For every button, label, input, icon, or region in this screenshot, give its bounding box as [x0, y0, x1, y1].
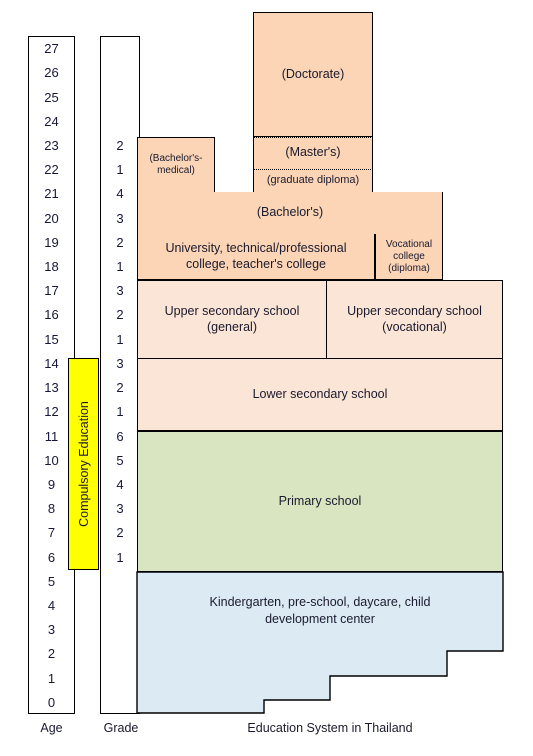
age-tick: 1: [47, 670, 56, 686]
block-kindergarten-label: Kindergarten, pre-school, daycare, child…: [209, 595, 431, 626]
age-tick: 16: [44, 307, 59, 323]
block-upper-secondary-vocational-label: Upper secondary school (vocational): [347, 304, 482, 334]
block-upper-secondary-general: Upper secondary school (general): [137, 280, 327, 359]
block-vocational-college: Vocational college (diploma): [375, 234, 443, 280]
diagram-canvas: 27 26 25 24 23 22 21 20 19 18 17 16 15 14 13 12 11 10 9 8 7 6…: [0, 0, 533, 756]
block-university: University, technical/professional colleg…: [137, 234, 375, 280]
block-lower-secondary-label: Lower secondary school: [252, 386, 388, 401]
grade-tick: 1: [116, 162, 124, 178]
grade-tick: 5: [116, 452, 124, 468]
grade-tick: 3: [116, 355, 124, 371]
grade-tick: 2: [116, 307, 124, 323]
grade-tick: 2: [116, 137, 124, 153]
block-bachelor-medical-label: (Bachelor's-medical): [149, 153, 203, 176]
age-tick: 21: [44, 186, 59, 202]
block-vocational-college-label: Vocational college (diploma): [385, 238, 433, 274]
block-bachelor-medical: (Bachelor's-medical): [137, 137, 215, 192]
grade-tick: 4: [116, 186, 124, 202]
grade-tick: 1: [116, 549, 124, 565]
block-doctorate-label: (Doctorate): [281, 66, 345, 81]
age-tick: 2: [47, 646, 56, 662]
grade-tick: 1: [116, 259, 124, 275]
age-tick: 26: [44, 65, 59, 81]
grade-tick: 3: [116, 210, 124, 226]
age-tick: 18: [44, 259, 59, 275]
block-upper-secondary-general-label: Upper secondary school (general): [164, 304, 300, 334]
grade-tick: 1: [116, 404, 124, 420]
age-tick: 17: [44, 283, 59, 299]
block-graduate-diploma: (graduate diploma): [253, 169, 373, 192]
grade-tick: 3: [116, 283, 124, 299]
compulsory-education-band: Compulsory Education: [68, 358, 99, 570]
axis-label-grade: Grade: [103, 721, 139, 735]
age-tick: 5: [47, 573, 56, 589]
block-graduate-diploma-label: (graduate diploma): [266, 173, 360, 186]
block-primary-school: Primary school: [137, 431, 503, 572]
age-tick: 22: [44, 162, 59, 178]
grade-tick: 4: [116, 476, 124, 492]
block-upper-secondary-vocational: Upper secondary school (vocational): [327, 280, 503, 359]
grade-tick: 2: [116, 234, 124, 250]
age-tick: 24: [44, 113, 59, 129]
grade-tick: 2: [116, 380, 124, 396]
age-tick: 25: [44, 89, 59, 105]
age-tick: 15: [44, 331, 59, 347]
age-tick: 19: [44, 234, 59, 250]
grade-tick: 1: [116, 331, 124, 347]
grade-tick: 2: [116, 525, 124, 541]
age-tick: 4: [47, 598, 56, 614]
grade-axis-rail: 2 1 4 3 2 1 3 2 1 3 2 1 6 5 4 3 2 1: [100, 36, 140, 714]
block-bachelor: (Bachelor's): [137, 192, 443, 234]
separator-doctorate-masters: [253, 137, 373, 138]
diagram-title: Education System in Thailand: [247, 721, 413, 735]
block-university-label: University, technical/professional colleg…: [165, 241, 347, 271]
block-masters-label: (Master's): [285, 145, 341, 160]
axis-label-age: Age: [40, 721, 63, 735]
age-tick: 0: [47, 694, 56, 710]
block-masters: (Master's): [253, 137, 373, 169]
block-bachelor-label: (Bachelor's): [256, 205, 324, 220]
age-tick: 23: [44, 137, 59, 153]
age-tick: 3: [47, 622, 56, 638]
separator-masters-graddiploma: [253, 169, 373, 170]
grade-tick: 6: [116, 428, 124, 444]
block-lower-secondary: Lower secondary school: [137, 359, 503, 431]
age-tick: 20: [44, 210, 59, 226]
compulsory-education-label: Compulsory Education: [76, 401, 91, 527]
block-kindergarten: [136, 571, 504, 714]
block-doctorate: (Doctorate): [253, 12, 373, 137]
age-tick: 27: [44, 41, 59, 57]
grade-tick: 3: [116, 501, 124, 517]
block-primary-school-label: Primary school: [278, 493, 362, 508]
kindergarten-shape-svg: [136, 571, 504, 714]
